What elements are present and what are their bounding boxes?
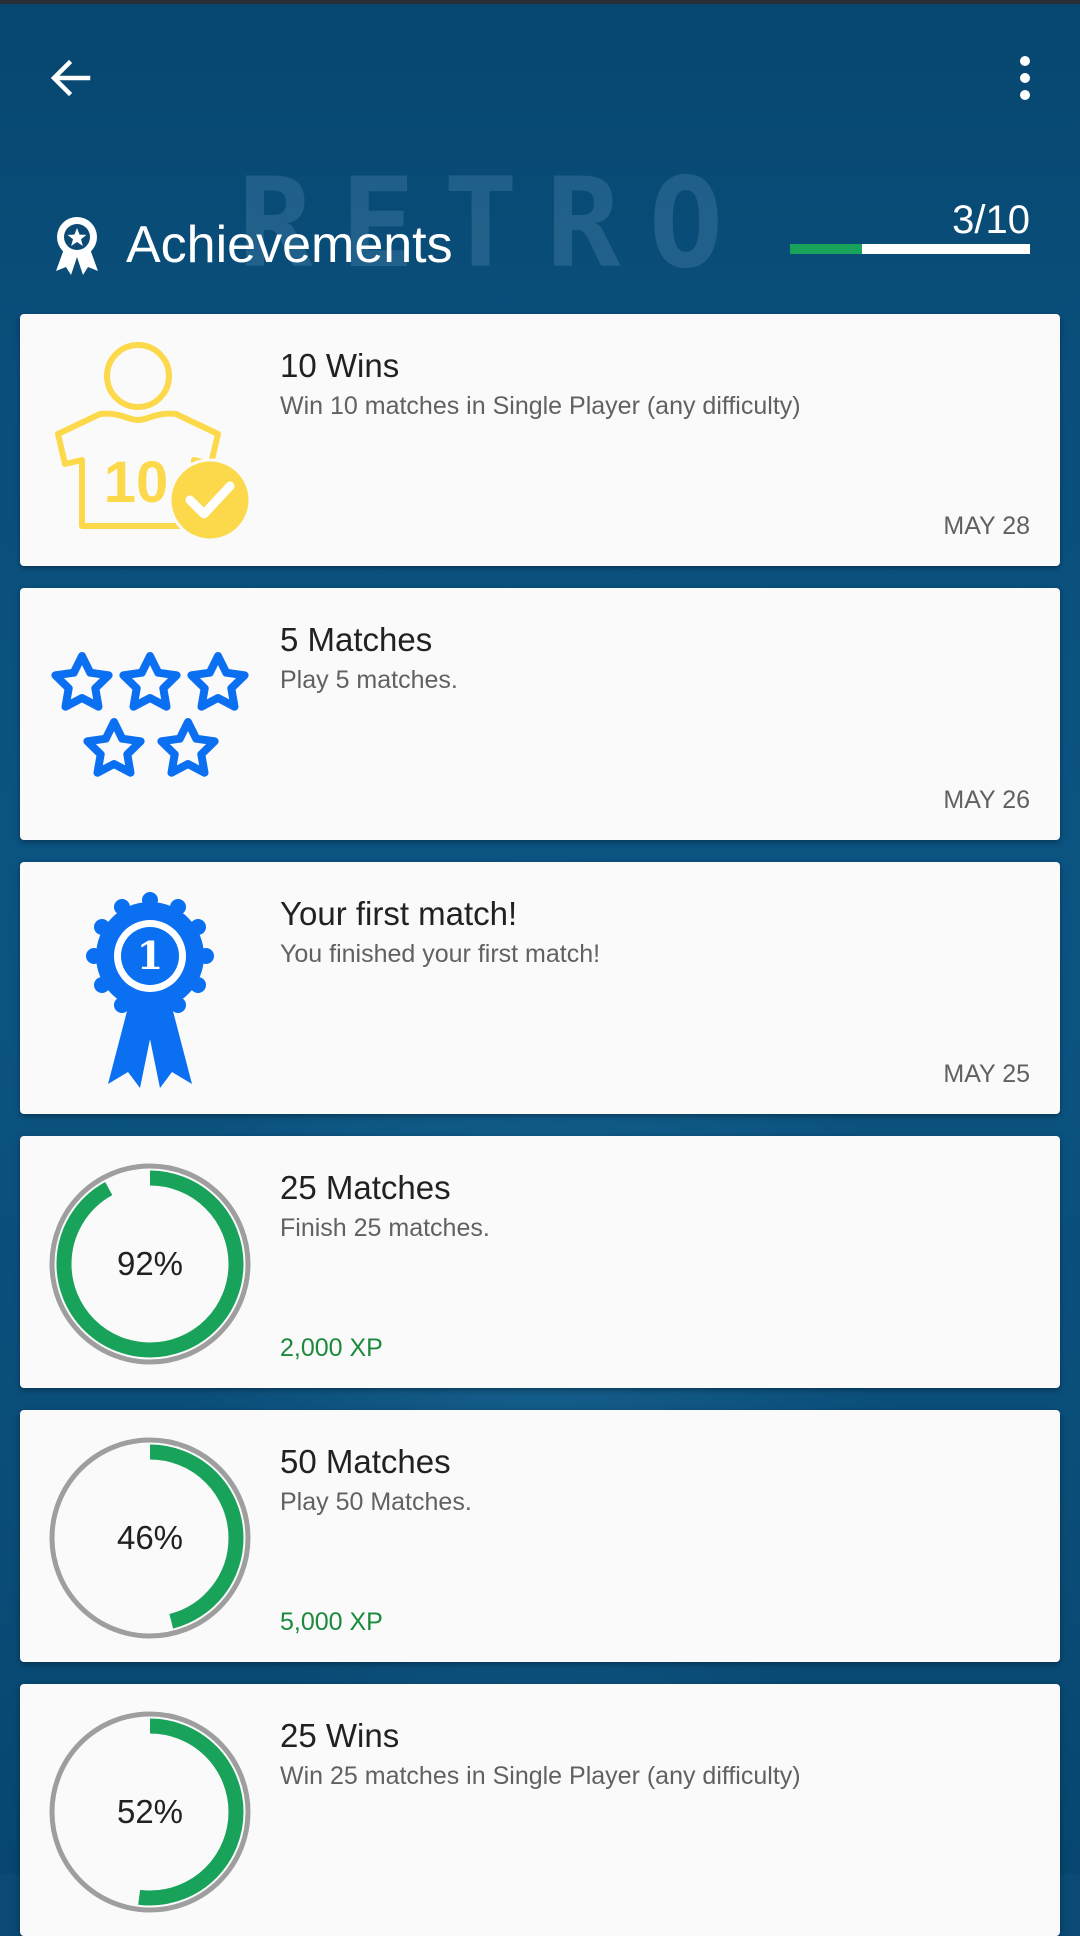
achievement-title: Your first match! — [280, 895, 518, 932]
achievement-title: 25 Wins — [280, 1717, 400, 1754]
app-bar — [0, 4, 1080, 144]
shirt-number: 10 — [104, 450, 169, 515]
achievement-description: Finish 25 matches. — [280, 1214, 490, 1242]
progress-percent: 46% — [116, 1519, 184, 1556]
achievement-title: 5 Matches — [280, 621, 433, 658]
achievement-card[interactable]: 52% 25 Wins Win 25 matches in Single Pla… — [20, 1684, 1060, 1936]
achievement-description: Play 50 Matches. — [280, 1488, 472, 1516]
xp-reward: 5,000 XP — [280, 1608, 383, 1636]
page-header: Achievements — [50, 205, 453, 285]
achievement-date: MAY 26 — [943, 786, 1030, 814]
achievement-title: 10 Wins — [280, 347, 400, 384]
more-vert-icon — [1020, 56, 1030, 100]
ribbon-number: 1 — [137, 933, 163, 978]
arrow-back-icon — [50, 59, 91, 97]
achievement-card[interactable]: 1 Your first match! You finished your fi… — [20, 862, 1060, 1114]
progress-percent: 92% — [116, 1245, 184, 1282]
progress-ring: 46% — [48, 1436, 252, 1640]
achievement-description: You finished your first match! — [280, 940, 601, 968]
five-stars-icon — [48, 614, 252, 818]
achievement-title: 25 Matches — [280, 1169, 451, 1206]
more-options-button[interactable] — [1000, 48, 1050, 108]
progress-ring: 52% — [48, 1710, 252, 1914]
achievement-card[interactable]: 92% 25 Matches Finish 25 matches. 2,000 … — [20, 1136, 1060, 1388]
achievement-card[interactable]: 5 Matches Play 5 matches. MAY 26 — [20, 588, 1060, 840]
award-badge-icon — [56, 217, 98, 275]
achievement-card[interactable]: 46% 50 Matches Play 50 Matches. 5,000 XP — [20, 1410, 1060, 1662]
back-button[interactable] — [40, 48, 100, 108]
achievement-card[interactable]: 10 10 Wins Win 10 matches in Single Play… — [20, 314, 1060, 566]
page-title: Achievements — [126, 216, 453, 274]
achievement-date: MAY 25 — [943, 1060, 1030, 1088]
achievement-progress-fill — [790, 244, 862, 254]
achievement-description: Win 25 matches in Single Player (any dif… — [280, 1762, 801, 1790]
achievement-count: 3/10 — [952, 198, 1030, 242]
first-place-ribbon-icon: 1 — [86, 892, 214, 1088]
progress-ring: 92% — [48, 1162, 252, 1366]
progress-percent: 52% — [116, 1793, 184, 1830]
achievement-description: Win 10 matches in Single Player (any dif… — [280, 392, 801, 420]
xp-reward: 2,000 XP — [280, 1334, 383, 1362]
achievement-title: 50 Matches — [280, 1443, 451, 1480]
achievement-progress-bar — [790, 244, 1030, 254]
achievement-description: Play 5 matches. — [280, 666, 458, 694]
achievement-date: MAY 28 — [943, 512, 1030, 540]
shirt-10-check-icon: 10 — [55, 342, 252, 542]
